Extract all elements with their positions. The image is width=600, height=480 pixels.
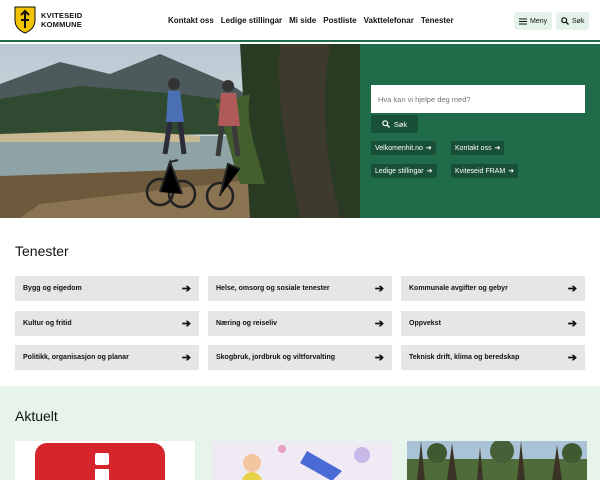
nav-postliste[interactable]: Postliste: [323, 16, 356, 25]
quick-link-label: Velkomenhit.no: [375, 144, 423, 152]
arrow-right-icon: ➔: [567, 352, 577, 364]
illustration-image: [212, 441, 392, 480]
news-card-1[interactable]: [15, 441, 195, 480]
news-heading: Aktuelt: [15, 408, 58, 424]
service-kommunale-avgifter[interactable]: Kommunale avgifter og gebyr ➔: [401, 276, 585, 301]
quick-link-label: Kviteseid FRAM: [455, 167, 506, 175]
search-submit-label: Søk: [393, 119, 408, 129]
arrow-right-icon: ➔: [181, 283, 191, 295]
service-label: Kultur og fritid: [23, 320, 72, 327]
arrow-right-icon: ➔: [181, 352, 191, 364]
service-oppvekst[interactable]: Oppvekst ➔: [401, 311, 585, 336]
site-logo[interactable]: KVITESEID KOMMUNE: [14, 6, 82, 34]
quick-link-velkomenhit[interactable]: Velkomenhit.no ➔: [371, 141, 436, 155]
arrow-right-icon: ➔: [374, 318, 384, 330]
forest-photo: [407, 441, 587, 480]
arrow-right-icon: ➔: [374, 352, 384, 364]
arrow-right-icon: ➔: [508, 168, 515, 175]
nav-ledige-stillingar[interactable]: Ledige stillingar: [221, 16, 282, 25]
arrow-right-icon: ➔: [374, 283, 384, 295]
nav-kontakt-oss[interactable]: Kontakt oss: [168, 16, 214, 25]
site-header: KVITESEID KOMMUNE Kontakt oss Ledige sti…: [0, 0, 600, 42]
header-search-label: Søk: [572, 17, 585, 25]
news-section: Aktuelt: [0, 386, 600, 480]
nav-vakttelefonar[interactable]: Vakttelefonar: [364, 16, 414, 25]
service-label: Bygg og eigedom: [23, 285, 82, 292]
quick-link-label: Kontakt oss: [455, 144, 492, 152]
service-teknisk-drift[interactable]: Teknisk drift, klima og beredskap ➔: [401, 345, 585, 370]
arrow-right-icon: ➔: [425, 145, 432, 152]
header-search-button[interactable]: Søk: [556, 12, 590, 30]
search-icon: [561, 17, 569, 25]
nav-mi-side[interactable]: Mi side: [289, 16, 316, 25]
menu-button[interactable]: Meny: [514, 12, 553, 30]
services-heading: Tenester: [15, 243, 69, 259]
service-label: Kommunale avgifter og gebyr: [409, 285, 508, 292]
cyclists-by-lake-photo: [0, 44, 360, 218]
hero-image: [0, 44, 360, 218]
logo-line-1: KVITESEID: [41, 11, 83, 20]
service-skogbruk[interactable]: Skogbruk, jordbruk og viltforvalting ➔: [208, 345, 392, 370]
logo-line-2: KOMMUNE: [41, 20, 82, 29]
main-nav: Kontakt oss Ledige stillingar Mi side Po…: [168, 16, 454, 25]
info-sign-image: [15, 441, 195, 480]
service-label: Skogbruk, jordbruk og viltforvalting: [216, 354, 336, 361]
arrow-right-icon: ➔: [567, 283, 577, 295]
quick-link-kviteseid-fram[interactable]: Kviteseid FRAM ➔: [451, 164, 519, 178]
arrow-right-icon: ➔: [494, 145, 501, 152]
service-label: Teknisk drift, klima og beredskap: [409, 354, 520, 361]
nav-tenester[interactable]: Tenester: [421, 16, 454, 25]
service-bygg-og-eigedom[interactable]: Bygg og eigedom ➔: [15, 276, 199, 301]
coat-of-arms-icon: [14, 6, 36, 34]
quick-link-ledige-stillingar[interactable]: Ledige stillingar ➔: [371, 164, 437, 178]
service-naering-og-reiseliv[interactable]: Næring og reiseliv ➔: [208, 311, 392, 336]
search-icon: [382, 120, 390, 128]
menu-button-label: Meny: [530, 17, 548, 25]
quick-link-label: Ledige stillingar: [375, 167, 424, 175]
service-politikk[interactable]: Politikk, organisasjon og planar ➔: [15, 345, 199, 370]
arrow-right-icon: ➔: [181, 318, 191, 330]
news-card-2[interactable]: [212, 441, 392, 480]
quick-link-kontakt-oss[interactable]: Kontakt oss ➔: [451, 141, 505, 155]
arrow-right-icon: ➔: [426, 168, 433, 175]
service-helse-omsorg[interactable]: Helse, omsorg og sosiale tenester ➔: [208, 276, 392, 301]
service-label: Helse, omsorg og sosiale tenester: [216, 285, 330, 292]
service-label: Politikk, organisasjon og planar: [23, 354, 129, 361]
arrow-right-icon: ➔: [567, 318, 577, 330]
service-label: Oppvekst: [409, 320, 441, 327]
search-input[interactable]: [371, 85, 585, 113]
service-kultur-og-fritid[interactable]: Kultur og fritid ➔: [15, 311, 199, 336]
search-submit-button[interactable]: Søk: [371, 115, 418, 133]
service-label: Næring og reiseliv: [216, 320, 278, 327]
news-card-3[interactable]: [407, 441, 587, 480]
hamburger-icon: [519, 18, 527, 24]
hero-search-panel: Søk Velkomenhit.no ➔ Kontakt oss ➔ Ledig…: [360, 44, 600, 218]
